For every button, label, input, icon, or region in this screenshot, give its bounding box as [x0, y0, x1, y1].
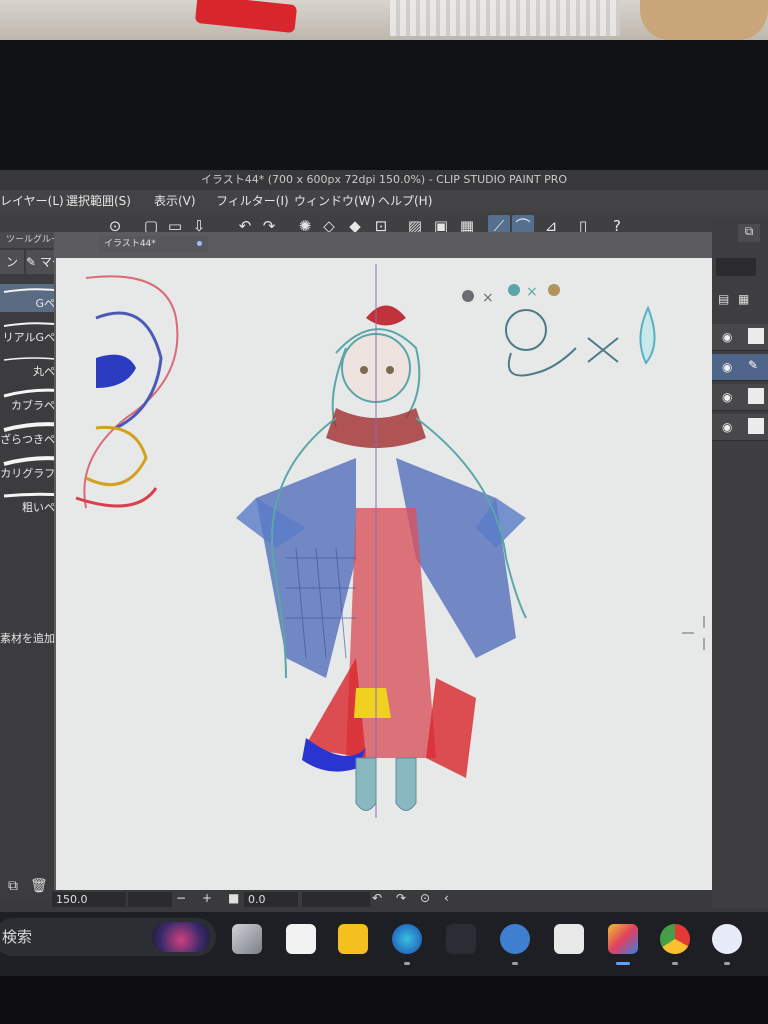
- eye-icon[interactable]: ◉: [722, 360, 732, 374]
- store-icon[interactable]: [286, 924, 316, 954]
- rotation-slider[interactable]: [302, 892, 370, 907]
- zoom-slider[interactable]: [128, 892, 172, 907]
- window-title: イラスト44* (700 x 600px 72dpi 150.0%) - CLI…: [0, 170, 768, 190]
- eye-icon[interactable]: ◉: [722, 390, 732, 404]
- zoom-in-icon[interactable]: +: [202, 891, 212, 905]
- w-app-icon[interactable]: [712, 924, 742, 965]
- layer-thumbnail: [748, 388, 764, 404]
- running-indicator: [724, 962, 730, 965]
- menu-help[interactable]: ヘルプ(H): [378, 190, 432, 212]
- paint-icon[interactable]: [608, 924, 638, 965]
- rotation-field[interactable]: 0.0: [244, 892, 298, 907]
- trash-icon[interactable]: 🗑: [30, 878, 48, 894]
- menu-layer[interactable]: レイヤー(L): [0, 190, 64, 212]
- marker-tab-icon: ✎: [26, 255, 37, 269]
- layer-row[interactable]: ◉: [712, 414, 768, 441]
- unsaved-dot-icon: [197, 241, 202, 246]
- layers-icon[interactable]: ⧉: [738, 224, 760, 242]
- lock-icon[interactable]: ▦: [738, 292, 749, 306]
- task-view-icon[interactable]: [232, 924, 262, 954]
- layer-thumbnail: [748, 418, 764, 434]
- screen: イラスト44* (700 x 600px 72dpi 150.0%) - CLI…: [0, 170, 768, 912]
- desk-background: [0, 0, 768, 40]
- app-icon[interactable]: [446, 924, 476, 954]
- running-indicator: [672, 962, 678, 965]
- edge-icon[interactable]: [392, 924, 422, 965]
- menu-bar: レイヤー(L) 選択範囲(S) 表示(V) フィルター(I) ウィンドウ(W) …: [0, 190, 768, 212]
- fit-icon[interactable]: ■: [228, 891, 239, 905]
- flip-icon[interactable]: ‹: [444, 891, 449, 905]
- pen-tab[interactable]: ン: [0, 250, 24, 274]
- layer-row[interactable]: ◉: [712, 324, 768, 351]
- layer-row[interactable]: ◉: [712, 384, 768, 411]
- status-bar: 150.0 − + ■ 0.0 ↶ ↷ ⊙ ‹: [52, 890, 724, 910]
- menu-window[interactable]: ウィンドウ(W): [294, 190, 375, 212]
- layer-thumbnail: [748, 328, 764, 344]
- svg-text:×: ×: [526, 284, 538, 300]
- chrome-icon[interactable]: [660, 924, 690, 965]
- monitor-bezel-bottom: [0, 976, 768, 1024]
- layer-settings-icon[interactable]: ▤: [718, 292, 729, 306]
- clip-studio-icon[interactable]: [500, 924, 530, 965]
- svg-text:×: ×: [482, 290, 494, 306]
- search-placeholder: 検索: [2, 928, 33, 946]
- running-indicator: [616, 962, 630, 965]
- drawing-canvas[interactable]: × ×: [56, 258, 732, 896]
- menu-filter[interactable]: フィルター(I): [216, 190, 289, 212]
- running-indicator: [404, 962, 410, 965]
- search-highlight-image: [152, 922, 210, 952]
- eye-icon[interactable]: ◉: [722, 330, 732, 344]
- wooden-figure: [640, 0, 768, 40]
- running-indicator: [512, 962, 518, 965]
- zoom-out-icon[interactable]: −: [176, 891, 186, 905]
- layer-row-active[interactable]: ◉ ✎: [712, 354, 768, 381]
- file-explorer-icon[interactable]: [338, 924, 368, 954]
- layer-panel: ⧉ ▤ ▦: [712, 218, 768, 908]
- blend-mode-select[interactable]: [716, 258, 756, 276]
- pen-edit-icon: ✎: [748, 358, 759, 372]
- snipping-tool-icon[interactable]: [554, 924, 584, 954]
- red-can: [194, 0, 298, 34]
- duplicate-icon[interactable]: ⧉: [8, 878, 18, 894]
- taskbar-search[interactable]: 検索: [0, 918, 216, 956]
- zoom-field[interactable]: 150.0: [52, 892, 126, 907]
- eye-icon[interactable]: ◉: [722, 420, 732, 434]
- tool-panel-footer: ⧉ 🗑: [0, 876, 52, 900]
- reset-rotation-icon[interactable]: ⊙: [420, 891, 430, 905]
- rotate-left-icon[interactable]: ↶: [372, 891, 382, 905]
- rotate-right-icon[interactable]: ↷: [396, 891, 406, 905]
- monitor-bezel-top: [0, 40, 768, 170]
- windows-taskbar: 検索: [0, 912, 768, 976]
- menu-selection[interactable]: 選択範囲(S): [66, 190, 131, 212]
- menu-view[interactable]: 表示(V): [154, 190, 196, 212]
- document-tab-label: イラスト44*: [104, 239, 156, 249]
- document-tab[interactable]: イラスト44*: [98, 236, 208, 252]
- desk-cables: [390, 0, 620, 36]
- sketch-artwork: × ×: [75, 264, 726, 818]
